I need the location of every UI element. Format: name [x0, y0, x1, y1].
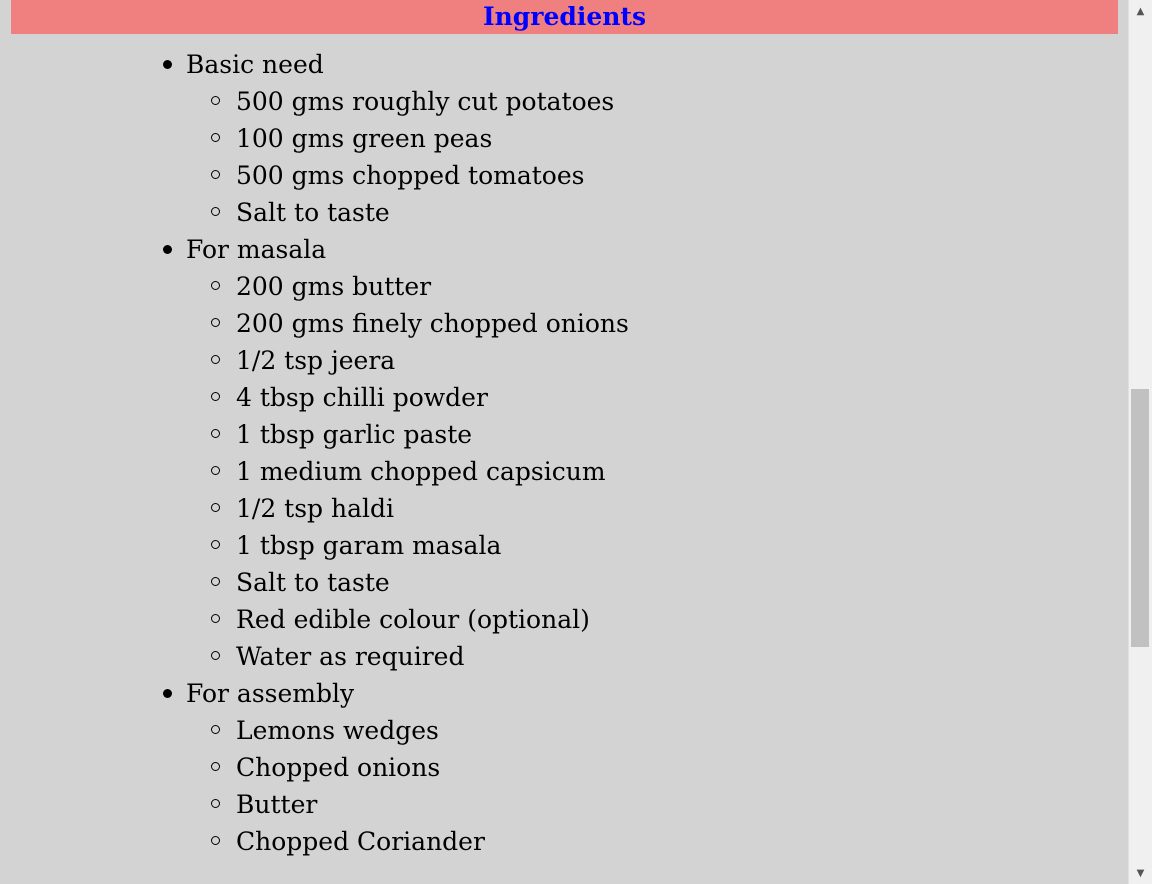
item-text: Chopped onions [236, 753, 441, 782]
scrollbar-thumb[interactable] [1131, 389, 1149, 647]
list-item: 1/2 tsp haldi [186, 490, 629, 527]
item-text: 1 tbsp garam masala [236, 531, 502, 560]
list-item: Chopped onions [186, 749, 629, 786]
circle-bullet-icon [211, 318, 220, 327]
circle-bullet-icon [211, 540, 220, 549]
list-item: Salt to taste [186, 194, 629, 231]
chevron-down-icon[interactable]: ▼ [1129, 862, 1152, 884]
page-title: Ingredients [482, 2, 647, 31]
circle-bullet-icon [211, 577, 220, 586]
ingredient-sublist: 500 gms roughly cut potatoes 100 gms gre… [186, 83, 629, 231]
circle-bullet-icon [211, 429, 220, 438]
item-text: 1/2 tsp haldi [236, 494, 395, 523]
circle-bullet-icon [211, 799, 220, 808]
list-item: 500 gms chopped tomatoes [186, 157, 629, 194]
circle-bullet-icon [211, 170, 220, 179]
list-item: 100 gms green peas [186, 120, 629, 157]
list-item: 1 tbsp garlic paste [186, 416, 629, 453]
item-text: Red edible colour (optional) [236, 605, 590, 634]
list-item: 1 medium chopped capsicum [186, 453, 629, 490]
ingredient-group-for-masala: For masala 200 gms butter 200 gms finely… [158, 231, 629, 675]
item-text: 200 gms finely chopped onions [236, 309, 629, 338]
circle-bullet-icon [211, 503, 220, 512]
item-text: 500 gms chopped tomatoes [236, 161, 585, 190]
list-item: 500 gms roughly cut potatoes [186, 83, 629, 120]
vertical-scrollbar[interactable]: ▲ ▼ [1128, 0, 1152, 884]
list-item: 200 gms finely chopped onions [186, 305, 629, 342]
group-label: For masala [186, 235, 327, 264]
list-item: Water as required [186, 638, 629, 675]
ingredient-sublist: Lemons wedges Chopped onions Butter Chop… [186, 712, 629, 860]
circle-bullet-icon [211, 96, 220, 105]
page-viewport: Ingredients Basic need 500 gms roughly c… [0, 0, 1128, 884]
ingredients-list: Basic need 500 gms roughly cut potatoes … [158, 46, 629, 860]
item-text: 100 gms green peas [236, 124, 493, 153]
list-item: Lemons wedges [186, 712, 629, 749]
circle-bullet-icon [211, 392, 220, 401]
disc-bullet-icon [163, 689, 172, 698]
circle-bullet-icon [211, 466, 220, 475]
list-item: Salt to taste [186, 564, 629, 601]
list-item: 1 tbsp garam masala [186, 527, 629, 564]
chevron-up-icon[interactable]: ▲ [1129, 0, 1152, 22]
item-text: Chopped Coriander [236, 827, 485, 856]
item-text: Water as required [236, 642, 465, 671]
group-label: For assembly [186, 679, 355, 708]
list-item: Butter [186, 786, 629, 823]
circle-bullet-icon [211, 725, 220, 734]
item-text: 1/2 tsp jeera [236, 346, 396, 375]
circle-bullet-icon [211, 836, 220, 845]
circle-bullet-icon [211, 762, 220, 771]
list-item: Chopped Coriander [186, 823, 629, 860]
circle-bullet-icon [211, 651, 220, 660]
item-text: 200 gms butter [236, 272, 432, 301]
list-item: Red edible colour (optional) [186, 601, 629, 638]
item-text: 1 medium chopped capsicum [236, 457, 606, 486]
item-text: 4 tbsp chilli powder [236, 383, 488, 412]
item-text: Lemons wedges [236, 716, 439, 745]
ingredients-header: Ingredients [11, 0, 1118, 34]
item-text: 500 gms roughly cut potatoes [236, 87, 615, 116]
circle-bullet-icon [211, 355, 220, 364]
ingredient-group-for-assembly: For assembly Lemons wedges Chopped onion… [158, 675, 629, 860]
circle-bullet-icon [211, 614, 220, 623]
ingredient-sublist: 200 gms butter 200 gms finely chopped on… [186, 268, 629, 675]
list-item: 200 gms butter [186, 268, 629, 305]
disc-bullet-icon [163, 245, 172, 254]
item-text: 1 tbsp garlic paste [236, 420, 473, 449]
list-item: 4 tbsp chilli powder [186, 379, 629, 416]
circle-bullet-icon [211, 207, 220, 216]
item-text: Salt to taste [236, 568, 390, 597]
disc-bullet-icon [163, 60, 172, 69]
item-text: Butter [236, 790, 318, 819]
list-item: 1/2 tsp jeera [186, 342, 629, 379]
circle-bullet-icon [211, 281, 220, 290]
circle-bullet-icon [211, 133, 220, 142]
ingredient-group-basic-need: Basic need 500 gms roughly cut potatoes … [158, 46, 629, 231]
item-text: Salt to taste [236, 198, 390, 227]
group-label: Basic need [186, 50, 324, 79]
